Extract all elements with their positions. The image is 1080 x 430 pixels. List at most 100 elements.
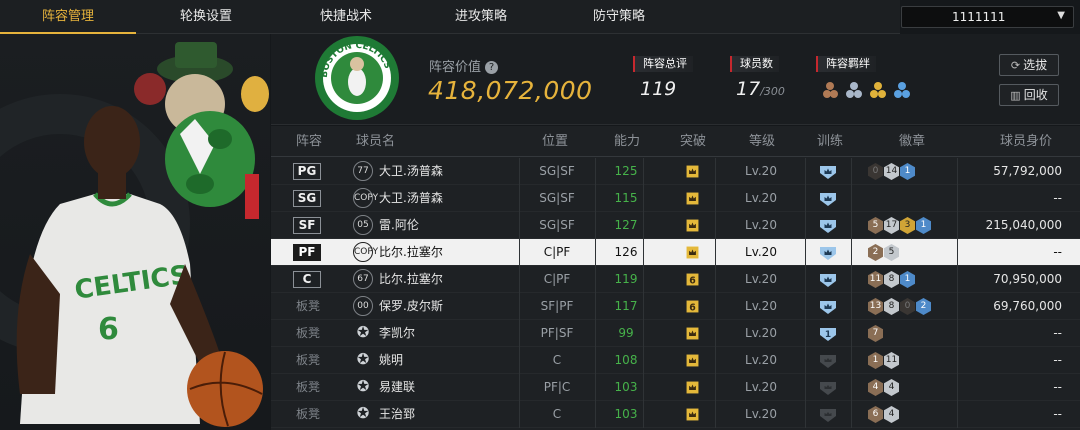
- badge-list[interactable]: 13 8 0 2: [868, 298, 932, 315]
- column-divider: [805, 347, 806, 374]
- badge-bronze-icon: 13: [868, 298, 883, 315]
- tab-lineup-management[interactable]: 阵容管理: [0, 0, 136, 34]
- col-level[interactable]: 等级: [749, 126, 775, 157]
- col-player-name[interactable]: 球员名: [356, 126, 395, 157]
- table-row[interactable]: SG COPY 大卫.汤普森 SG|SF 115 Lv.20 --: [271, 185, 1080, 212]
- breakthrough-crown-icon: [684, 325, 701, 342]
- player-name[interactable]: 姚明: [379, 347, 403, 374]
- column-divider: [851, 293, 852, 320]
- tab-defense-strategy[interactable]: 防守策略: [546, 0, 692, 34]
- col-training[interactable]: 训练: [817, 126, 843, 157]
- training-shield-icon: [818, 244, 838, 260]
- player-count: 17/300: [736, 78, 785, 100]
- column-divider: [595, 185, 596, 212]
- recycle-button[interactable]: ▥ 回收: [999, 84, 1059, 106]
- player-name[interactable]: 比尔.拉塞尔: [379, 266, 443, 293]
- player-value: --: [1053, 380, 1062, 394]
- roster-table: 阵容 球员名 位置 能力 突破 等级 训练 徽章 球员身价 PG 77 大卫.汤普森…: [271, 126, 1080, 430]
- player-position: C: [552, 407, 562, 421]
- account-dropdown[interactable]: 1111111 ▼: [901, 6, 1074, 28]
- player-name[interactable]: 大卫.汤普森: [379, 158, 443, 185]
- player-name[interactable]: 雷.阿伦: [379, 212, 419, 239]
- slot-label-bench: 板凳: [296, 299, 321, 313]
- recycle-icon: ▥: [1010, 89, 1021, 102]
- column-divider: [805, 266, 806, 293]
- badge-silver-icon: 4: [884, 379, 899, 396]
- player-ability: 108: [614, 353, 638, 367]
- col-badges[interactable]: 徽章: [899, 126, 925, 157]
- badge-list[interactable]: 64: [868, 406, 900, 423]
- badge-list[interactable]: 25: [868, 244, 900, 261]
- jersey-number: 05: [353, 215, 373, 235]
- table-row[interactable]: 板凳 ✪ 易建联 PF|C 103 Lv.20 4 4 --: [271, 374, 1080, 401]
- player-level: Lv.20: [745, 272, 777, 286]
- player-portrait-panel: CELTICS 6: [0, 34, 270, 430]
- bond-icons[interactable]: [822, 79, 912, 101]
- col-position[interactable]: 位置: [542, 126, 568, 157]
- player-level: Lv.20: [745, 380, 777, 394]
- player-name[interactable]: 易建联: [379, 374, 415, 401]
- badge-bronze-icon: 4: [868, 379, 883, 396]
- table-row[interactable]: C 67 比尔.拉塞尔 C|PF 119 6 Lv.20 11 8 1 70,950,000: [271, 266, 1080, 293]
- column-divider: [851, 374, 852, 401]
- player-position: SG|SF: [539, 191, 575, 205]
- col-ability[interactable]: 能力: [614, 126, 640, 157]
- tab-offense-strategy[interactable]: 进攻策略: [416, 0, 546, 34]
- player-name[interactable]: 李凯尔: [379, 320, 415, 347]
- table-row[interactable]: 板凳 ✪ 王治郅 C 103 Lv.20 6 4 --: [271, 401, 1080, 428]
- column-divider: [715, 239, 716, 266]
- badge-list[interactable]: 1 11: [868, 352, 900, 369]
- column-divider: [595, 320, 596, 347]
- player-ability: 127: [614, 218, 638, 232]
- player-name[interactable]: 保罗.皮尔斯: [379, 293, 443, 320]
- badge-list[interactable]: 7: [868, 325, 884, 342]
- badge-silver-icon: 14: [884, 163, 899, 180]
- badge-list[interactable]: 11 8 1: [868, 271, 916, 288]
- player-name[interactable]: 王治郅: [379, 401, 415, 428]
- breakthrough-icon: 6: [686, 300, 699, 313]
- player-value: --: [1053, 326, 1062, 340]
- player-value: --: [1053, 353, 1062, 367]
- column-divider: [851, 185, 852, 212]
- badge-blue-icon: 1: [916, 217, 931, 234]
- badge-bronze-icon: 5: [868, 217, 883, 234]
- table-row[interactable]: PG 77 大卫.汤普森 SG|SF 125 Lv.20 0 14 1 57,792,000: [271, 158, 1080, 185]
- table-row[interactable]: 板凳 00 保罗.皮尔斯 SF|PF 117 6 Lv.20 13 8 0 2 69,760,000: [271, 293, 1080, 320]
- bond-label: 阵容羁绊: [816, 56, 876, 72]
- table-row[interactable]: PF COPY 比尔.拉塞尔 C|PF 126 Lv.20 2 5 --: [271, 239, 1080, 266]
- tab-bar: 阵容管理 轮换设置 快捷战术 进攻策略 防守策略: [0, 0, 900, 34]
- slot-badge: C: [293, 271, 321, 288]
- column-divider: [643, 347, 644, 374]
- bond-icon-bronze: [823, 82, 838, 98]
- column-divider: [805, 158, 806, 185]
- player-name[interactable]: 大卫.汤普森: [379, 185, 443, 212]
- col-player-value[interactable]: 球员身价: [1000, 126, 1052, 157]
- slot-badge: SF: [293, 217, 321, 234]
- badge-list[interactable]: 5 17 3 1: [868, 217, 932, 234]
- slot-badge: PF: [293, 244, 321, 261]
- player-name[interactable]: 比尔.拉塞尔: [379, 239, 443, 266]
- col-breakthrough[interactable]: 突破: [680, 126, 706, 157]
- breakthrough-level-icon: 6: [684, 271, 701, 288]
- column-divider: [715, 347, 716, 374]
- select-button[interactable]: ⟳ 选拔: [999, 54, 1059, 76]
- col-slot[interactable]: 阵容: [296, 126, 322, 157]
- column-divider: [805, 239, 806, 266]
- column-divider: [851, 347, 852, 374]
- tab-quick-tactics[interactable]: 快捷战术: [276, 0, 416, 34]
- table-row[interactable]: 板凳 ✪ 李凯尔 PF|SF 99 Lv.20 1 7 --: [271, 320, 1080, 347]
- player-value: --: [1053, 245, 1062, 259]
- column-divider: [715, 293, 716, 320]
- table-row[interactable]: 板凳 ✪ 姚明 C 108 Lv.20 1 11 --: [271, 347, 1080, 374]
- badge-list[interactable]: 44: [868, 379, 900, 396]
- breakthrough-crown-icon: [684, 352, 701, 369]
- badge-list[interactable]: 0 14 1: [868, 163, 916, 180]
- account-dropdown-value: 1111111: [952, 10, 1006, 24]
- table-row[interactable]: SF 05 雷.阿伦 SG|SF 127 Lv.20 5 17 3 1 215,040,000: [271, 212, 1080, 239]
- player-position: SG|SF: [539, 164, 575, 178]
- help-icon[interactable]: ?: [485, 61, 499, 74]
- column-divider: [595, 239, 596, 266]
- column-divider: [595, 347, 596, 374]
- column-divider: [851, 401, 852, 428]
- tab-rotation-settings[interactable]: 轮换设置: [136, 0, 276, 34]
